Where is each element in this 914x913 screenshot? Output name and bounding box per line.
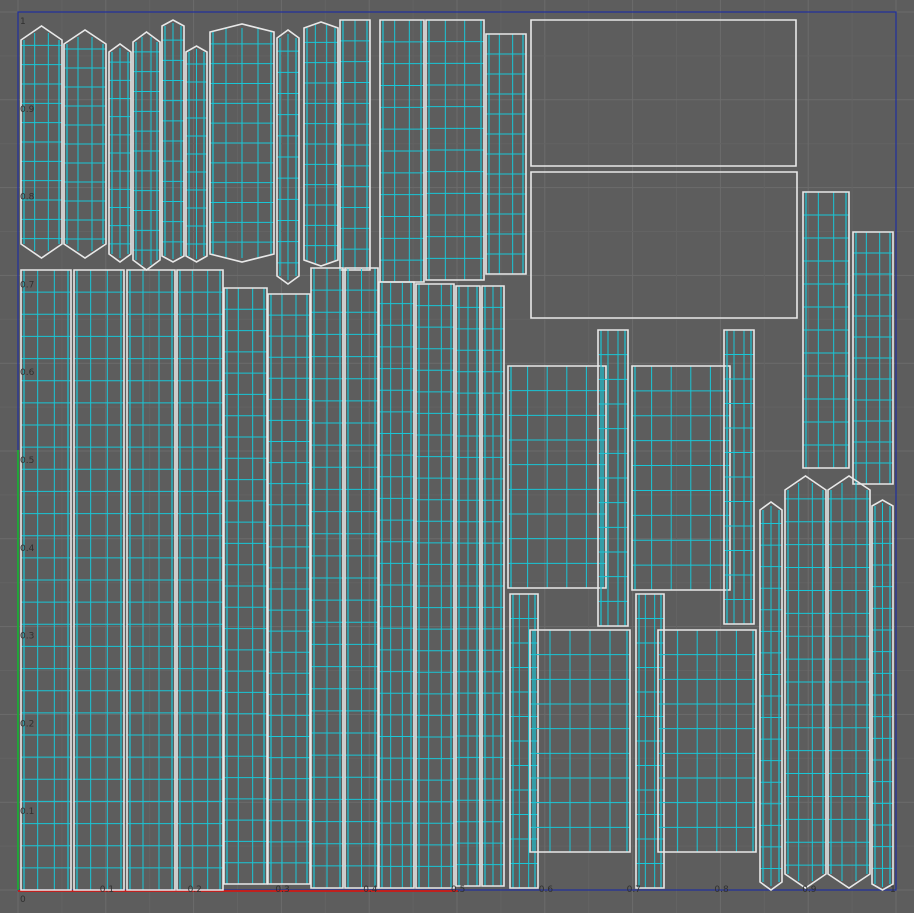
u-tick-label: 0.7	[627, 885, 641, 895]
uv-shell[interactable]	[871, 499, 894, 891]
u-tick-label: 0.8	[714, 885, 729, 895]
u-tick-label: 0.3	[275, 885, 289, 895]
u-tick-label: 1	[890, 885, 896, 895]
v-tick-label: 1	[20, 17, 26, 27]
u-tick-label: 0.1	[100, 885, 114, 895]
v-tick-label: 0.2	[20, 719, 34, 729]
uv-shell[interactable]	[455, 285, 481, 887]
u-tick-label: 0.5	[451, 885, 465, 895]
u-tick-label: 0.4	[363, 885, 378, 895]
uv-shell[interactable]	[481, 285, 505, 887]
v-tick-label: 0.4	[20, 544, 35, 554]
u-tick-label: 0.2	[188, 885, 202, 895]
uv-canvas[interactable]: 0.1 0.2 0.3 0.4 0.5 0.6 0.7 0.8 0.9 1 1 0.9 0.8 0.7 0.…	[0, 0, 914, 913]
v-tick-label: 0.7	[20, 280, 34, 290]
uv-shell[interactable]	[108, 43, 132, 263]
uv-grid	[0, 0, 914, 913]
u-tick-label: 0.9	[802, 885, 817, 895]
v-tick-label: 0.3	[20, 632, 34, 642]
uv-shell[interactable]	[161, 19, 185, 263]
uv-shell[interactable]	[759, 501, 783, 891]
v-tick-label: 0.1	[20, 807, 34, 817]
u-tick-label: 0.6	[539, 885, 554, 895]
v-tick-label: 0.8	[20, 193, 35, 203]
v-tick-label: 0.6	[20, 368, 35, 378]
v-tick-label: 0	[20, 895, 26, 905]
uv-editor-viewport[interactable]: 0.1 0.2 0.3 0.4 0.5 0.6 0.7 0.8 0.9 1 1 0.9 0.8 0.7 0.…	[0, 0, 914, 913]
uv-shell[interactable]	[276, 29, 300, 285]
uv-shell[interactable]	[185, 45, 208, 263]
v-tick-label: 0.9	[20, 105, 35, 115]
v-tick-label: 0.5	[20, 456, 34, 466]
